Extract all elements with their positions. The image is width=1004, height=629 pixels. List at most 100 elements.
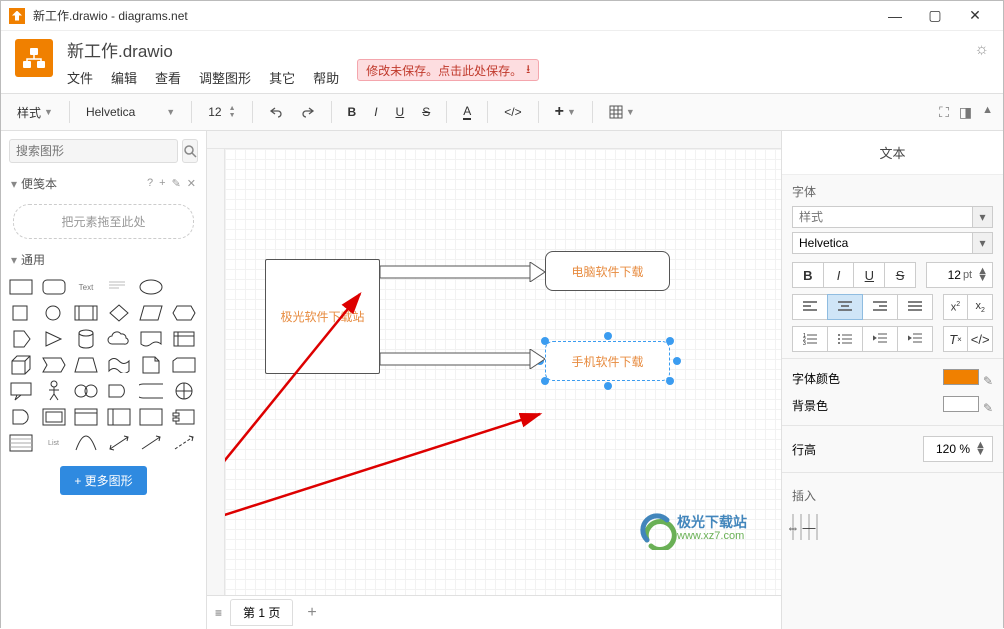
subscript[interactable]: x2 [967, 294, 993, 320]
strike-button[interactable]: S [416, 102, 436, 122]
underline-toggle[interactable]: U [853, 262, 885, 288]
collapse-icon[interactable]: ▲ [982, 104, 993, 121]
html-toggle[interactable]: </> [967, 326, 993, 352]
add-page-button[interactable]: + [301, 604, 322, 622]
shape-square[interactable] [7, 302, 35, 324]
dropdown-icon[interactable]: ▾ [973, 206, 993, 228]
italic-button[interactable]: I [368, 102, 383, 122]
menu-file[interactable]: 文件 [67, 68, 93, 87]
menu-arrange[interactable]: 调整图形 [199, 68, 251, 87]
bold-button[interactable]: B [342, 102, 363, 122]
shape-rect[interactable] [7, 276, 35, 298]
shape-xor[interactable] [170, 380, 198, 402]
diagram-node-main[interactable]: 极光软件下载站 [265, 259, 380, 374]
shape-blank[interactable] [170, 276, 198, 298]
table-button[interactable]: ▼ [603, 102, 641, 122]
shape-internal[interactable] [170, 328, 198, 350]
shape-list[interactable] [7, 432, 35, 454]
shape-frame[interactable] [137, 406, 165, 428]
menu-edit[interactable]: 编辑 [111, 68, 137, 87]
shape-datastore[interactable] [137, 380, 165, 402]
shape-card[interactable] [170, 354, 198, 376]
shape-roundrect[interactable] [40, 276, 68, 298]
shape-or[interactable] [72, 380, 100, 402]
align-justify[interactable] [897, 294, 933, 320]
scratchpad-drop[interactable]: 把元素拖至此处 [13, 204, 194, 239]
align-center[interactable] [827, 294, 863, 320]
menu-extras[interactable]: 其它 [269, 68, 295, 87]
search-button[interactable] [182, 139, 198, 163]
shape-listitem[interactable]: List [40, 432, 68, 454]
shape-hexagon[interactable] [170, 302, 198, 324]
style-dropdown[interactable]: 样式 ▼ [11, 101, 59, 124]
minimize-button[interactable]: — [875, 2, 915, 30]
shape-callout[interactable] [7, 380, 35, 402]
shape-component[interactable] [170, 406, 198, 428]
help-icon[interactable]: ? [147, 177, 153, 190]
shape-document[interactable] [137, 328, 165, 350]
add-button[interactable]: + ▼ [549, 100, 582, 124]
outdent[interactable] [862, 326, 898, 352]
strike-toggle[interactable]: S [884, 262, 916, 288]
general-header[interactable]: ▾通用 [1, 247, 206, 272]
unsaved-warning[interactable]: 修改未保存。点击此处保存。 ⭳ [357, 59, 539, 81]
more-shapes-button[interactable]: + 更多图形 [60, 466, 146, 495]
color-picker-icon[interactable]: ✎ [983, 401, 993, 415]
shape-cloud[interactable] [105, 328, 133, 350]
dropdown-icon[interactable]: ▾ [973, 232, 993, 254]
theme-toggle-icon[interactable]: ☼ [974, 41, 989, 59]
font-dropdown[interactable]: Helvetica ▼ [80, 102, 181, 122]
font-size[interactable]: 12 ▲▼ [202, 102, 241, 122]
bold-toggle[interactable]: B [792, 262, 824, 288]
close-icon[interactable]: ✕ [187, 177, 196, 190]
shape-parallelogram[interactable] [137, 302, 165, 324]
redo-button[interactable] [295, 102, 321, 122]
fullscreen-icon[interactable]: ⛶ [939, 104, 949, 121]
shape-process[interactable] [72, 302, 100, 324]
shape-actor[interactable] [40, 380, 68, 402]
selection-handle[interactable] [541, 337, 549, 345]
add-icon[interactable]: + [159, 177, 165, 190]
selection-handle[interactable] [673, 357, 681, 365]
indent[interactable] [897, 326, 933, 352]
align-right[interactable] [862, 294, 898, 320]
selection-handle[interactable] [604, 382, 612, 390]
list-bullet[interactable] [827, 326, 863, 352]
menu-help[interactable]: 帮助 [313, 68, 339, 87]
shape-offpage[interactable] [7, 406, 35, 428]
shape-step[interactable] [40, 354, 68, 376]
font-color-button[interactable]: A [457, 101, 477, 123]
pages-menu-icon[interactable]: ≡ [215, 606, 222, 620]
insert-hr[interactable]: — [808, 514, 810, 540]
scratchpad-header[interactable]: ▾便笺本 ?+✎✕ [1, 171, 206, 196]
shape-text[interactable]: Text [72, 276, 100, 298]
insert-table[interactable] [816, 514, 818, 540]
canvas[interactable]: 极光软件下载站 电脑软件下载 手机软件下载 [225, 149, 781, 595]
shape-circle[interactable] [40, 302, 68, 324]
edit-icon[interactable]: ✎ [172, 177, 181, 190]
search-input[interactable] [9, 139, 178, 163]
shape-triangle[interactable] [40, 328, 68, 350]
shape-pentagon[interactable] [7, 328, 35, 350]
underline-button[interactable]: U [390, 102, 411, 122]
shape-container2[interactable] [105, 406, 133, 428]
font-family-select[interactable] [792, 232, 973, 254]
list-ordered[interactable]: 123 [792, 326, 828, 352]
text-style-select[interactable] [792, 206, 973, 228]
clear-format[interactable]: T× [943, 326, 969, 352]
color-picker-icon[interactable]: ✎ [983, 374, 993, 388]
shape-note[interactable] [137, 354, 165, 376]
selection-handle[interactable] [604, 332, 612, 340]
menu-view[interactable]: 查看 [155, 68, 181, 87]
undo-button[interactable] [263, 102, 289, 122]
shape-doublerect[interactable] [40, 406, 68, 428]
shape-bidir-arrow[interactable] [105, 432, 133, 454]
superscript[interactable]: x2 [943, 294, 969, 320]
shape-cylinder[interactable] [72, 328, 100, 350]
shape-curve[interactable] [72, 432, 100, 454]
shape-tape[interactable] [105, 354, 133, 376]
shape-container[interactable] [72, 406, 100, 428]
shape-textbox[interactable] [105, 276, 133, 298]
shape-dashed-arrow[interactable] [170, 432, 198, 454]
selection-handle[interactable] [666, 377, 674, 385]
